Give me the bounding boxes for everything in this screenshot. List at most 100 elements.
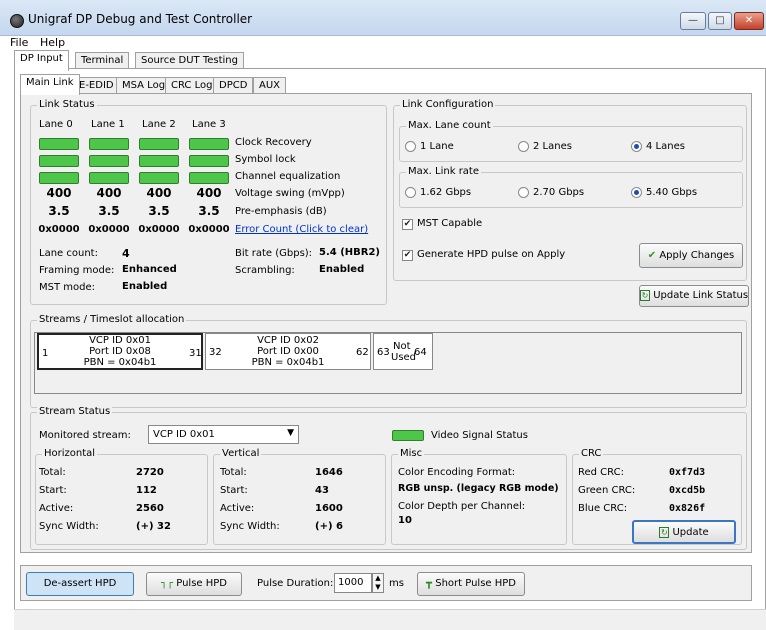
rate-1-62-radio[interactable]	[405, 187, 416, 198]
tab-main-link[interactable]: Main Link	[20, 74, 80, 95]
v-active-value: 1600	[315, 503, 343, 514]
mst-capable-checkbox[interactable]: ✔	[402, 219, 413, 230]
preemphasis-lane-1: 3.5	[98, 204, 120, 218]
bit-rate-label: Bit rate (Gbps):	[235, 248, 313, 259]
update-crc-label: Update	[672, 527, 709, 538]
lane-4-radio[interactable]	[631, 141, 642, 152]
lane-0-header: Lane 0	[39, 119, 73, 130]
channel-eq-led-lane-2	[139, 172, 179, 184]
framing-mode-value: Enhanced	[122, 264, 177, 275]
red-crc-label: Red CRC:	[578, 467, 624, 478]
rate-5-40-radio[interactable]	[631, 187, 642, 198]
error-count-lane-0: 0x0000	[38, 224, 80, 235]
v-sync-width-value: (+) 6	[315, 521, 343, 532]
v-total-label: Total:	[220, 467, 247, 478]
monitored-stream-value: VCP ID 0x01	[153, 429, 215, 440]
lane-4-label: 4 Lanes	[646, 141, 685, 152]
lane-2-header: Lane 2	[142, 119, 176, 130]
window-title: Unigraf DP Debug and Test Controller	[28, 12, 253, 26]
lane-count-label: Lane count:	[39, 248, 98, 259]
clock-recovery-led-lane-3	[189, 138, 229, 150]
menu-help[interactable]: Help	[40, 36, 65, 49]
mst-capable-label: MST Capable	[417, 218, 483, 229]
maximize-button[interactable]: □	[708, 12, 732, 30]
symbol-lock-led-lane-0	[39, 155, 79, 167]
minimize-button[interactable]: —	[680, 12, 706, 30]
symbol-lock-led-lane-3	[189, 155, 229, 167]
v-start-value: 43	[315, 485, 329, 496]
rate-2-70-radio[interactable]	[518, 187, 529, 198]
max-lane-count-title: Max. Lane count	[406, 120, 493, 131]
clock-recovery-led-lane-2	[139, 138, 179, 150]
tab-dp-input[interactable]: DP Input	[14, 50, 69, 71]
timeslot-1-pbn: PBN = 0x04b1	[83, 357, 157, 368]
update-crc-button[interactable]: ↻ Update	[632, 520, 736, 544]
close-button[interactable]: ✕	[734, 12, 764, 30]
lane-2-radio[interactable]	[518, 141, 529, 152]
update-link-status-button[interactable]: ↻ Update Link Status	[639, 285, 749, 307]
red-crc-value: 0xf7d3	[669, 467, 706, 478]
hpd-pulse-checkbox[interactable]: ✔	[402, 250, 413, 261]
h-sync-width-value: (+) 32	[136, 521, 171, 532]
refresh-icon: ↻	[659, 526, 670, 538]
blue-crc-value: 0x826f	[669, 503, 706, 514]
pulse-hpd-button[interactable]: ┐┌ Pulse HPD	[146, 572, 242, 596]
checkmark-icon: ✔	[647, 250, 657, 261]
update-link-status-label: Update Link Status	[653, 290, 749, 301]
status-bar	[14, 609, 766, 630]
preemphasis-lane-2: 3.5	[148, 204, 170, 218]
preemphasis-lane-0: 3.5	[48, 204, 70, 218]
voltage-lane-3: 400	[196, 186, 222, 200]
h-total-value: 2720	[136, 467, 164, 478]
channel-eq-led-lane-1	[89, 172, 129, 184]
symbol-lock-label: Symbol lock	[235, 154, 296, 165]
color-depth-value: 10	[398, 515, 412, 526]
lane-3-header: Lane 3	[192, 119, 226, 130]
green-crc-label: Green CRC:	[578, 485, 636, 496]
main-link-panel: Link Status Lane 0 Lane 1 Lane 2 Lane 3 …	[20, 93, 752, 553]
pulse-hpd-label: Pulse HPD	[176, 578, 227, 589]
error-count-clear-link[interactable]: Error Count (Click to clear)	[235, 224, 368, 235]
apply-changes-button[interactable]: ✔ Apply Changes	[639, 243, 743, 268]
timeslot-3-not: Not	[393, 341, 411, 352]
apply-changes-label: Apply Changes	[659, 250, 735, 261]
pulse-duration-spinner[interactable]: ▲ ▼	[372, 573, 384, 593]
clock-recovery-led-lane-1	[89, 138, 129, 150]
h-total-label: Total:	[39, 467, 66, 478]
menu-file[interactable]: File	[10, 36, 28, 49]
pulse-duration-unit: ms	[389, 578, 404, 589]
pulse-duration-input[interactable]: 1000	[334, 573, 372, 593]
h-sync-width-label: Sync Width:	[39, 521, 99, 532]
short-pulse-hpd-label: Short Pulse HPD	[435, 578, 516, 589]
voltage-lane-2: 400	[146, 186, 172, 200]
voltage-lane-1: 400	[96, 186, 122, 200]
rate-5-40-label: 5.40 Gbps	[646, 187, 698, 198]
deassert-hpd-button[interactable]: De-assert HPD	[26, 572, 134, 596]
framing-mode-label: Framing mode:	[39, 265, 115, 276]
color-encoding-value: RGB unsp. (legacy RGB mode)	[398, 483, 559, 494]
streams-title: Streams / Timeslot allocation	[37, 314, 187, 325]
timeslot-stream-1[interactable]: 1 31 VCP ID 0x01 Port ID 0x08 PBN = 0x04…	[37, 333, 203, 370]
rate-2-70-label: 2.70 Gbps	[533, 187, 585, 198]
lane-1-radio[interactable]	[405, 141, 416, 152]
monitored-stream-select[interactable]: VCP ID 0x01 ▼	[148, 425, 299, 444]
timeslot-1-port: Port ID 0x08	[89, 346, 151, 357]
timeslot-area: 1 31 VCP ID 0x01 Port ID 0x08 PBN = 0x04…	[34, 332, 742, 394]
lane-1-header: Lane 1	[91, 119, 125, 130]
color-depth-label: Color Depth per Channel:	[398, 501, 526, 512]
error-count-lane-3: 0x0000	[188, 224, 230, 235]
preemphasis-lane-3: 3.5	[198, 204, 220, 218]
max-link-rate-title: Max. Link rate	[406, 166, 482, 177]
app-logo-icon	[10, 14, 24, 28]
h-active-value: 2560	[136, 503, 164, 514]
short-pulse-hpd-button[interactable]: ┳ Short Pulse HPD	[417, 572, 525, 596]
link-status-title: Link Status	[37, 99, 97, 110]
timeslot-stream-2[interactable]: 32 62 VCP ID 0x02 Port ID 0x00 PBN = 0x0…	[205, 333, 371, 370]
bit-rate-value: 5.4 (HBR2)	[319, 247, 380, 258]
timeslot-3-used: Used	[391, 352, 417, 363]
channel-equalization-label: Channel equalization	[235, 171, 341, 182]
crc-title: CRC	[579, 448, 604, 459]
voltage-lane-0: 400	[46, 186, 72, 200]
h-start-value: 112	[136, 485, 157, 496]
timeslot-unused[interactable]: 63 64 Not Used	[373, 333, 433, 370]
